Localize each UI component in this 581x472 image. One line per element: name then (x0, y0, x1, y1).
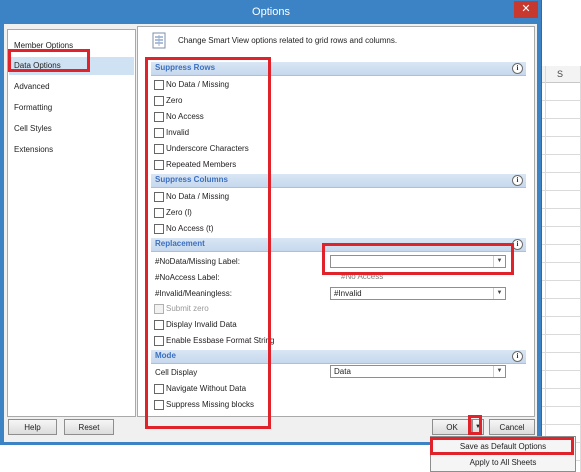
grid-line (545, 66, 546, 472)
annotation-box (145, 57, 271, 429)
background-spreadsheet: S (542, 0, 581, 472)
nav-item-extensions[interactable]: Extensions (14, 141, 129, 159)
dialog-title: Options (252, 6, 290, 18)
grid-line (542, 262, 581, 263)
annotation-box (430, 437, 574, 455)
ok-button[interactable]: OK (432, 419, 472, 435)
chevron-down-icon[interactable]: ▼ (493, 288, 505, 299)
nav-item-advanced[interactable]: Advanced (14, 78, 129, 96)
cancel-button[interactable]: Cancel (489, 419, 535, 435)
grid-line (542, 172, 581, 173)
grid-line (542, 100, 581, 101)
grid-line (542, 208, 581, 209)
invalid-combo[interactable]: #Invalid ▼ (330, 287, 506, 300)
grid-line (542, 424, 581, 425)
reset-button[interactable]: Reset (64, 419, 114, 435)
grid-line (542, 136, 581, 137)
grid-line (542, 298, 581, 299)
grid-line (542, 226, 581, 227)
grid-line (542, 280, 581, 281)
grid-line (542, 388, 581, 389)
info-icon[interactable]: i (512, 175, 523, 186)
combo-value: Data (334, 367, 351, 376)
grid-line (542, 154, 581, 155)
title-bar[interactable]: Options ✕ (0, 0, 542, 24)
annotation-box (322, 243, 514, 275)
column-header-label: S (557, 69, 564, 79)
help-button[interactable]: Help (8, 419, 57, 435)
grid-line (542, 244, 581, 245)
grid-line (542, 118, 581, 119)
grid-line (542, 334, 581, 335)
document-icon (152, 32, 166, 49)
grid-line (542, 316, 581, 317)
info-icon[interactable]: i (512, 63, 523, 74)
info-icon[interactable]: i (512, 351, 523, 362)
pane-description: Change Smart View options related to gri… (178, 36, 398, 45)
options-nav: Member Options Data Options Advanced For… (7, 29, 136, 417)
combo-value: #Invalid (334, 289, 362, 298)
chevron-down-icon[interactable]: ▼ (493, 366, 505, 377)
annotation-box (8, 49, 90, 72)
nav-item-cell-styles[interactable]: Cell Styles (14, 120, 129, 138)
annotation-box (468, 415, 482, 435)
grid-line (542, 370, 581, 371)
menu-item-apply-all-sheets[interactable]: Apply to All Sheets (431, 455, 575, 471)
grid-line (542, 190, 581, 191)
close-icon[interactable]: ✕ (514, 1, 538, 18)
grid-line (542, 406, 581, 407)
column-header: S (542, 66, 581, 83)
grid-line (542, 352, 581, 353)
cell-display-combo[interactable]: Data ▼ (330, 365, 506, 378)
nav-item-formatting[interactable]: Formatting (14, 99, 129, 117)
